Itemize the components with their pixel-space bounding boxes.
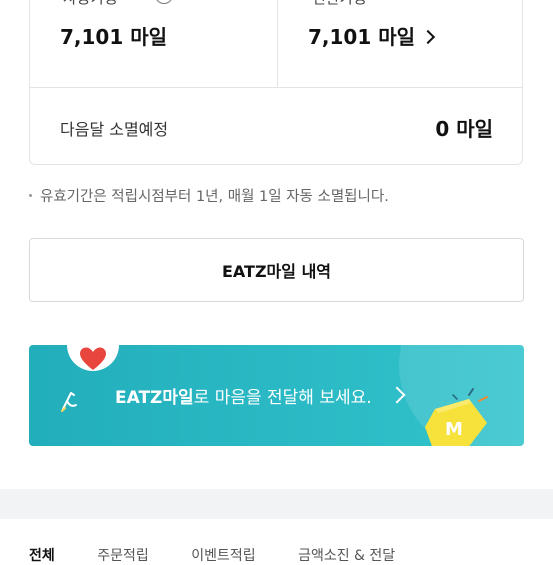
section-divider [0,489,553,519]
validity-notice: 유효기간은 적립시점부터 1년, 매월 1일 자동 소멸됩니다. [29,185,389,206]
tab-all[interactable]: 전체 [29,545,55,565]
heart-icon [80,347,106,370]
transferable-miles-value: 7,101 마일 [308,25,416,49]
chevron-right-icon [420,29,436,45]
mile-coin-icon: M [425,388,488,446]
pen-icon [61,392,77,412]
banner-brand: EATZ마일 [115,388,194,408]
available-miles-value: 7,101 마일 [60,25,168,49]
transferable-miles-label: 전환가능 [312,0,367,8]
tab-spent-transferred[interactable]: 금액소진 & 전달 [298,545,395,565]
coin-letter: M [445,419,463,440]
column-divider [277,0,278,87]
banner-message: 로 마음을 전달해 보세요. [193,388,372,408]
expiring-next-month-value: 0 마일 [435,117,493,141]
history-filter-tabs: 전체 주문적립 이벤트적립 금액소진 & 전달 [29,545,433,565]
info-icon[interactable] [155,0,173,4]
tab-event-earned[interactable]: 이벤트적립 [191,545,255,565]
gift-miles-banner[interactable]: EATZ마일로 마음을 전달해 보세요. M [29,345,524,446]
transferable-miles-link[interactable]: 7,101 마일 [308,21,436,50]
available-miles-label: 사용가능 [63,0,118,8]
banner-text: EATZ마일로 마음을 전달해 보세요. [115,383,372,408]
bullet-dot [29,193,32,197]
tab-order-earned[interactable]: 주문적립 [97,545,149,565]
row-divider [30,87,522,88]
expiring-next-month-label: 다음달 소멸예정 [60,120,169,139]
miles-summary-card: 사용가능 전환가능 7,101 마일 7,101 마일 다음달 소멸예정 0 마… [29,0,523,165]
miles-history-button[interactable]: EATZ마일 내역 [29,238,524,302]
validity-notice-text: 유효기간은 적립시점부터 1년, 매월 1일 자동 소멸됩니다. [40,189,389,205]
